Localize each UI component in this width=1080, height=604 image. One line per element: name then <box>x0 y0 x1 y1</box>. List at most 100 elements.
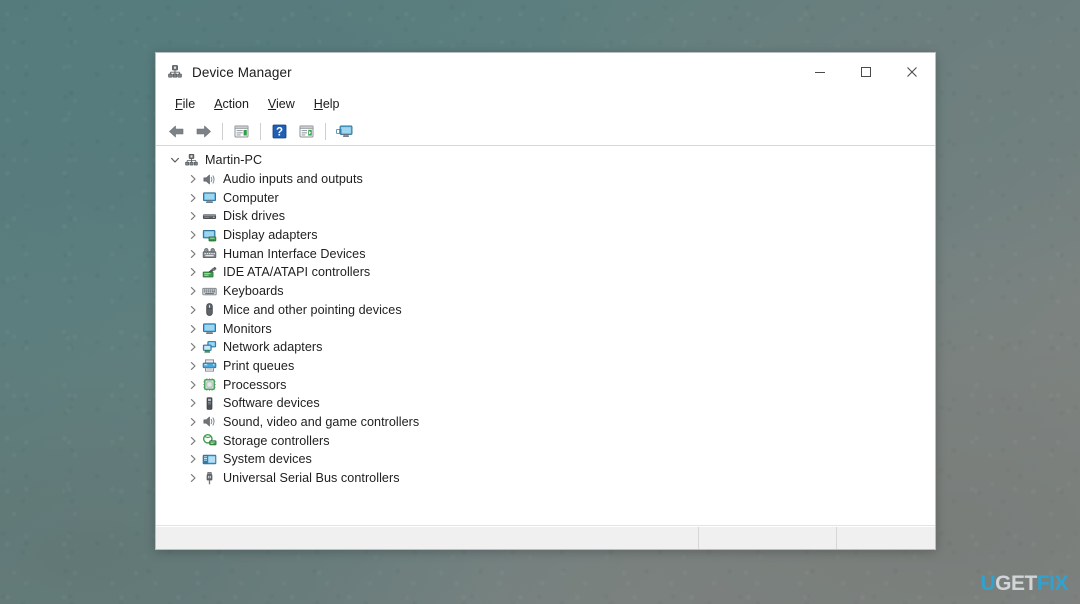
menu-view-rest: iew <box>276 97 295 111</box>
chevron-right-icon[interactable] <box>185 227 201 243</box>
usb-icon <box>201 470 217 486</box>
processor-icon <box>201 377 217 393</box>
tree-node-processors[interactable]: Processors <box>185 375 935 394</box>
monitor-screen-icon <box>335 125 352 137</box>
tree-node-audio-inputs-and-outputs[interactable]: Audio inputs and outputs <box>185 170 935 189</box>
properties-window-icon <box>234 125 249 138</box>
chevron-right-icon[interactable] <box>185 321 201 337</box>
device-manager-window: Device Manager File Action View Help ? M… <box>155 52 936 550</box>
tree-node-display-adapters[interactable]: Display adapters <box>185 226 935 245</box>
watermark-part-fix: FIX <box>1036 572 1069 595</box>
tree-node-label: Processors <box>223 377 287 392</box>
tree-node-system-devices[interactable]: System devices <box>185 450 935 469</box>
tree-node-universal-serial-bus-controllers[interactable]: Universal Serial Bus controllers <box>185 469 935 488</box>
chevron-right-icon[interactable] <box>185 208 201 224</box>
menu-view[interactable]: View <box>259 94 305 114</box>
tree-node-print-queues[interactable]: Print queues <box>185 357 935 376</box>
menu-help[interactable]: Help <box>305 94 350 114</box>
network-adapter-icon <box>201 339 217 355</box>
menu-help-accel: H <box>313 97 323 111</box>
close-button[interactable] <box>889 53 935 91</box>
back-button[interactable] <box>164 120 189 143</box>
tree-node-storage-controllers[interactable]: Storage controllers <box>185 431 935 450</box>
scan-window-icon <box>299 125 314 138</box>
chevron-right-icon[interactable] <box>185 395 201 411</box>
show-hidden-button[interactable] <box>332 120 357 143</box>
chevron-right-icon[interactable] <box>185 171 201 187</box>
chevron-right-icon[interactable] <box>185 339 201 355</box>
display-adapter-icon <box>201 227 217 243</box>
speaker-icon <box>201 414 217 430</box>
speaker-icon <box>201 171 217 187</box>
tree-node-label: Monitors <box>223 321 272 336</box>
toolbar-separator-1 <box>222 123 223 140</box>
watermark-part-u: U <box>980 572 996 595</box>
chevron-right-icon[interactable] <box>185 377 201 393</box>
tree-node-monitors[interactable]: Monitors <box>185 319 935 338</box>
disk-drive-icon <box>201 208 217 224</box>
maximize-button[interactable] <box>843 53 889 91</box>
printer-icon <box>201 358 217 374</box>
chevron-right-icon[interactable] <box>185 264 201 280</box>
tree-node-label: Sound, video and game controllers <box>223 414 420 429</box>
menu-action-accel: A <box>214 97 223 111</box>
toolbar: ? <box>156 118 935 146</box>
tree-node-label: Human Interface Devices <box>223 246 366 261</box>
left-arrow-icon <box>169 125 184 138</box>
watermark-part-get: GET <box>995 572 1037 595</box>
tree-node-mice-and-other-pointing-devices[interactable]: Mice and other pointing devices <box>185 301 935 320</box>
tree-node-human-interface-devices[interactable]: Human Interface Devices <box>185 244 935 263</box>
monitor-icon <box>201 190 217 206</box>
storage-controller-icon <box>201 433 217 449</box>
menu-bar: File Action View Help <box>156 91 935 118</box>
ide-controller-icon <box>201 264 217 280</box>
status-pane-2 <box>699 527 837 549</box>
software-device-icon <box>201 395 217 411</box>
tree-node-network-adapters[interactable]: Network adapters <box>185 338 935 357</box>
chevron-right-icon[interactable] <box>185 246 201 262</box>
tree-node-label: Storage controllers <box>223 433 330 448</box>
chevron-right-icon[interactable] <box>185 302 201 318</box>
window-title: Device Manager <box>192 64 292 80</box>
menu-action[interactable]: Action <box>205 94 259 114</box>
chevron-right-icon[interactable] <box>185 358 201 374</box>
tree-node-computer[interactable]: Computer <box>185 188 935 207</box>
tree-node-keyboards[interactable]: Keyboards <box>185 282 935 301</box>
tree-node-label: Network adapters <box>223 340 323 355</box>
chevron-right-icon[interactable] <box>185 283 201 299</box>
toolbar-separator-2 <box>260 123 261 140</box>
minimize-button[interactable] <box>797 53 843 91</box>
window-titlebar[interactable]: Device Manager <box>156 53 935 91</box>
device-tree-panel[interactable]: Martin-PC Audio inputs and outputs Comput… <box>156 146 935 526</box>
tree-node-label: Audio inputs and outputs <box>223 172 363 187</box>
scan-hardware-button[interactable] <box>294 120 319 143</box>
properties-button[interactable] <box>229 120 254 143</box>
menu-view-accel: V <box>267 97 277 111</box>
tree-node-label: IDE ATA/ATAPI controllers <box>223 265 371 280</box>
tree-node-ide-ata-atapi-controllers[interactable]: IDE ATA/ATAPI controllers <box>185 263 935 282</box>
tree-node-sound-video-and-game-controllers[interactable]: Sound, video and game controllers <box>185 413 935 432</box>
svg-text:?: ? <box>276 127 283 139</box>
tree-node-label: Software devices <box>223 396 320 411</box>
tree-node-label: System devices <box>223 452 312 467</box>
chevron-right-icon[interactable] <box>185 433 201 449</box>
tree-node-disk-drives[interactable]: Disk drives <box>185 207 935 226</box>
help-button[interactable]: ? <box>267 120 292 143</box>
tree-node-label: Universal Serial Bus controllers <box>223 471 400 486</box>
expand-twisty-icon[interactable] <box>167 152 183 168</box>
tree-root-node[interactable]: Martin-PC <box>167 151 935 170</box>
chevron-right-icon[interactable] <box>185 470 201 486</box>
status-pane-1 <box>156 527 699 549</box>
close-icon <box>907 67 917 77</box>
tree-node-label: Mice and other pointing devices <box>223 302 402 317</box>
menu-file[interactable]: File <box>166 94 205 114</box>
tree-node-software-devices[interactable]: Software devices <box>185 394 935 413</box>
chevron-right-icon[interactable] <box>185 190 201 206</box>
keyboard-icon <box>201 283 217 299</box>
forward-button[interactable] <box>191 120 216 143</box>
device-manager-icon <box>167 64 183 80</box>
chevron-right-icon[interactable] <box>185 451 201 467</box>
tree-node-label: Computer <box>223 190 279 205</box>
watermark-ugetfix: U GET FIX <box>980 572 1068 596</box>
chevron-right-icon[interactable] <box>185 414 201 430</box>
